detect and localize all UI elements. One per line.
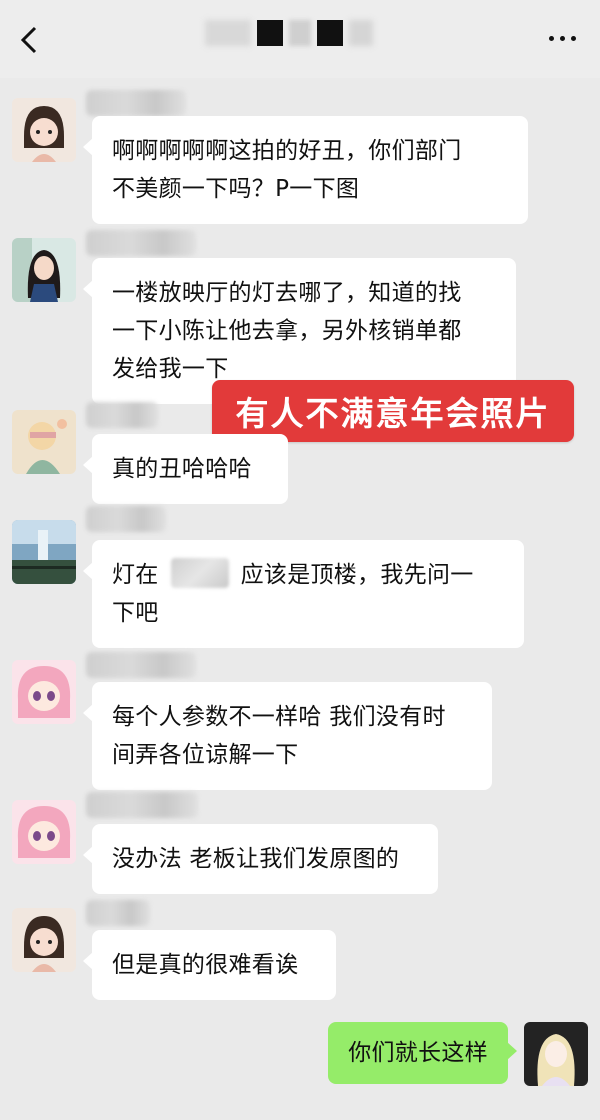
nickname-redacted [86,90,186,116]
avatar[interactable] [12,410,76,474]
nickname-redacted [86,652,196,678]
avatar[interactable] [12,800,76,864]
message-text: 一下小陈让他去拿，另外核销单都 [112,318,462,344]
nickname-redacted [86,506,166,532]
avatar[interactable] [524,1022,588,1086]
chevron-left-icon[interactable] [14,22,44,58]
message-text: 但是真的很难看诶 [112,952,299,978]
avatar[interactable] [12,520,76,584]
nickname-redacted [86,402,158,428]
nickname-redacted [86,792,198,818]
message-text: 啊啊啊啊啊这拍的好丑，你们部门 [112,138,462,164]
my-message-bubble[interactable]: 你们就长这样 [328,1022,517,1084]
avatar[interactable] [12,98,76,162]
chat-header [0,0,600,78]
message-text: 真的丑哈哈哈 [112,456,252,482]
message-text: 应该是顶楼，我先问一 [240,562,474,588]
overlay-caption: 有人不满意年会照片 [212,380,574,442]
avatar[interactable] [12,908,76,972]
more-dots-icon[interactable] [542,28,582,48]
message-bubble[interactable]: 但是真的很难看诶 [83,930,336,1000]
message-bubble[interactable]: 每个人参数不一样哈 我们没有时 间弄各位谅解一下 [83,682,492,790]
message-bubble[interactable]: 啊啊啊啊啊这拍的好丑，你们部门 不美颜一下吗？P一下图 [83,116,528,224]
redacted-location [170,558,229,588]
avatar[interactable] [12,660,76,724]
message-line: 灯在 应该是顶楼，我先问一 [112,556,504,594]
message-text: 你们就长这样 [348,1040,488,1066]
chat-title-redacted [205,18,373,48]
message-text: 下吧 [112,600,159,626]
message-bubble[interactable]: 灯在 应该是顶楼，我先问一 下吧 [83,540,524,648]
message-bubble[interactable]: 没办法 老板让我们发原图的 [83,824,438,894]
message-text: 间弄各位谅解一下 [112,742,299,768]
nickname-redacted [86,230,196,256]
avatar[interactable] [12,238,76,302]
message-text: 一楼放映厅的灯去哪了，知道的找 [112,280,462,306]
message-text: 没办法 老板让我们发原图的 [112,846,400,872]
message-text: 每个人参数不一样哈 我们没有时 [112,704,446,730]
nickname-redacted [86,900,150,926]
message-text: 灯在 [112,562,159,588]
message-bubble[interactable]: 真的丑哈哈哈 [83,434,288,504]
message-text: 不美颜一下吗？P一下图 [112,176,360,202]
